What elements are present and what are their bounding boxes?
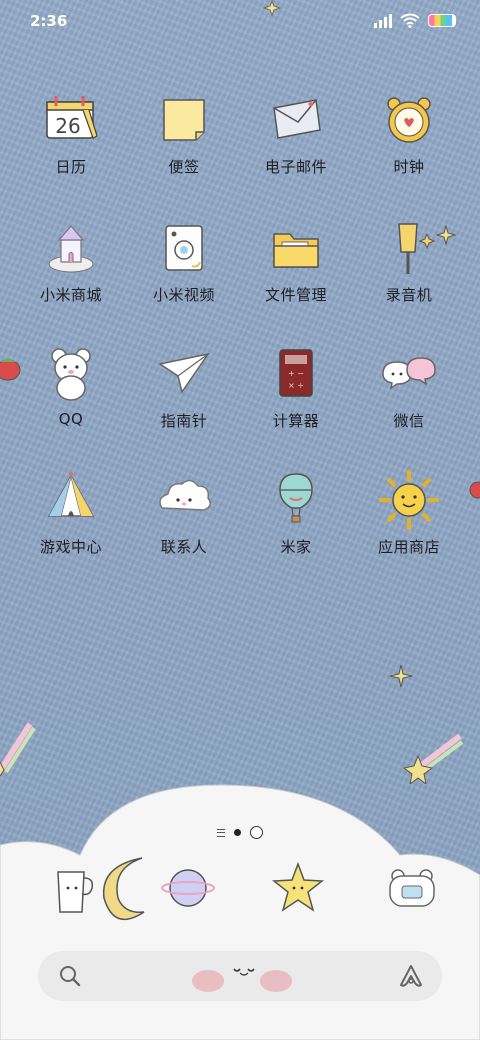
app-contacts[interactable]: 联系人 (128, 468, 240, 557)
assistant-icon[interactable] (398, 963, 424, 989)
calculator-icon: + − × ÷ (279, 349, 313, 397)
sun-icon (379, 470, 439, 530)
search-icon[interactable] (58, 964, 82, 988)
app-label: 时钟 (393, 158, 425, 176)
app-app-store[interactable]: 应用商店 (353, 468, 465, 557)
app-mi-store[interactable]: 小米商城 (15, 216, 127, 305)
app-label: 微信 (393, 412, 425, 430)
app-wechat[interactable]: 微信 (353, 342, 465, 431)
menu-lines-icon[interactable] (217, 828, 225, 837)
sparkle-icon (389, 664, 413, 688)
shooting-star-icon (0, 722, 36, 777)
app-label: 小米视频 (152, 286, 215, 304)
battery-icon (428, 14, 456, 27)
wifi-icon (400, 13, 420, 28)
status-time: 2:36 (30, 12, 68, 30)
dock (0, 852, 480, 932)
app-label: 文件管理 (264, 286, 327, 304)
app-label: 计算器 (272, 412, 320, 430)
camera-bear-icon[interactable] (380, 852, 444, 922)
strawberry-icon (0, 358, 21, 381)
recorder-icon (398, 223, 436, 274)
app-game-center[interactable]: 游戏中心 (15, 468, 127, 557)
svg-text:+ −: + − (288, 369, 304, 378)
app-label: 米家 (280, 538, 312, 556)
search-bar[interactable] (38, 951, 442, 1001)
app-label: 便签 (168, 158, 200, 176)
blush-face-decoration (192, 968, 292, 992)
status-icons (374, 13, 456, 28)
status-bar: 2:36 (0, 0, 480, 42)
balloon-icon (279, 473, 313, 523)
calendar-date: 26 (55, 114, 80, 138)
folder-icon (273, 233, 319, 268)
app-label: 电子邮件 (264, 158, 327, 176)
strawberry-icon (469, 481, 480, 499)
app-qq[interactable]: QQ (15, 342, 127, 428)
app-file-manager[interactable]: 文件管理 (240, 216, 352, 305)
store-castle-icon (48, 225, 94, 273)
tent-icon (47, 472, 95, 517)
app-clock[interactable]: 时钟 (353, 88, 465, 177)
bear-icon (51, 348, 91, 401)
app-notes[interactable]: 便签 (128, 88, 240, 177)
video-icon (165, 225, 203, 271)
app-calculator[interactable]: + − × ÷ 计算器 (240, 342, 352, 431)
app-label: 应用商店 (377, 538, 440, 556)
app-label: 游戏中心 (39, 538, 102, 556)
svg-text:× ÷: × ÷ (288, 381, 304, 390)
app-compass[interactable]: 指南针 (128, 342, 240, 431)
app-label: 录音机 (385, 286, 433, 304)
notes-icon (163, 99, 205, 141)
page-indicator (217, 826, 263, 839)
planet-icon[interactable] (156, 852, 220, 922)
star-icon[interactable] (266, 852, 330, 922)
app-mi-video[interactable]: 小米视频 (128, 216, 240, 305)
sparkle-icon (263, 0, 281, 16)
app-label: 日历 (55, 158, 87, 176)
chat-bubbles-icon (382, 357, 436, 390)
clock-icon (387, 97, 431, 143)
page-dot-active[interactable] (234, 829, 241, 836)
email-icon (273, 99, 321, 139)
sparkle-icon (436, 225, 456, 245)
signal-icon (374, 13, 392, 28)
page-dot[interactable] (250, 826, 263, 839)
app-label: 指南针 (160, 412, 208, 430)
moon-icon[interactable] (98, 852, 162, 922)
app-email[interactable]: 电子邮件 (240, 88, 352, 177)
calendar-icon: 26 (46, 96, 98, 139)
app-label: QQ (58, 410, 84, 428)
compass-paper-plane-icon (158, 352, 210, 394)
app-label: 联系人 (160, 538, 208, 556)
app-calendar[interactable]: 26 日历 (15, 88, 127, 177)
app-label: 小米商城 (39, 286, 102, 304)
contacts-cloud-icon (159, 479, 211, 511)
app-mi-home[interactable]: 米家 (240, 468, 352, 557)
